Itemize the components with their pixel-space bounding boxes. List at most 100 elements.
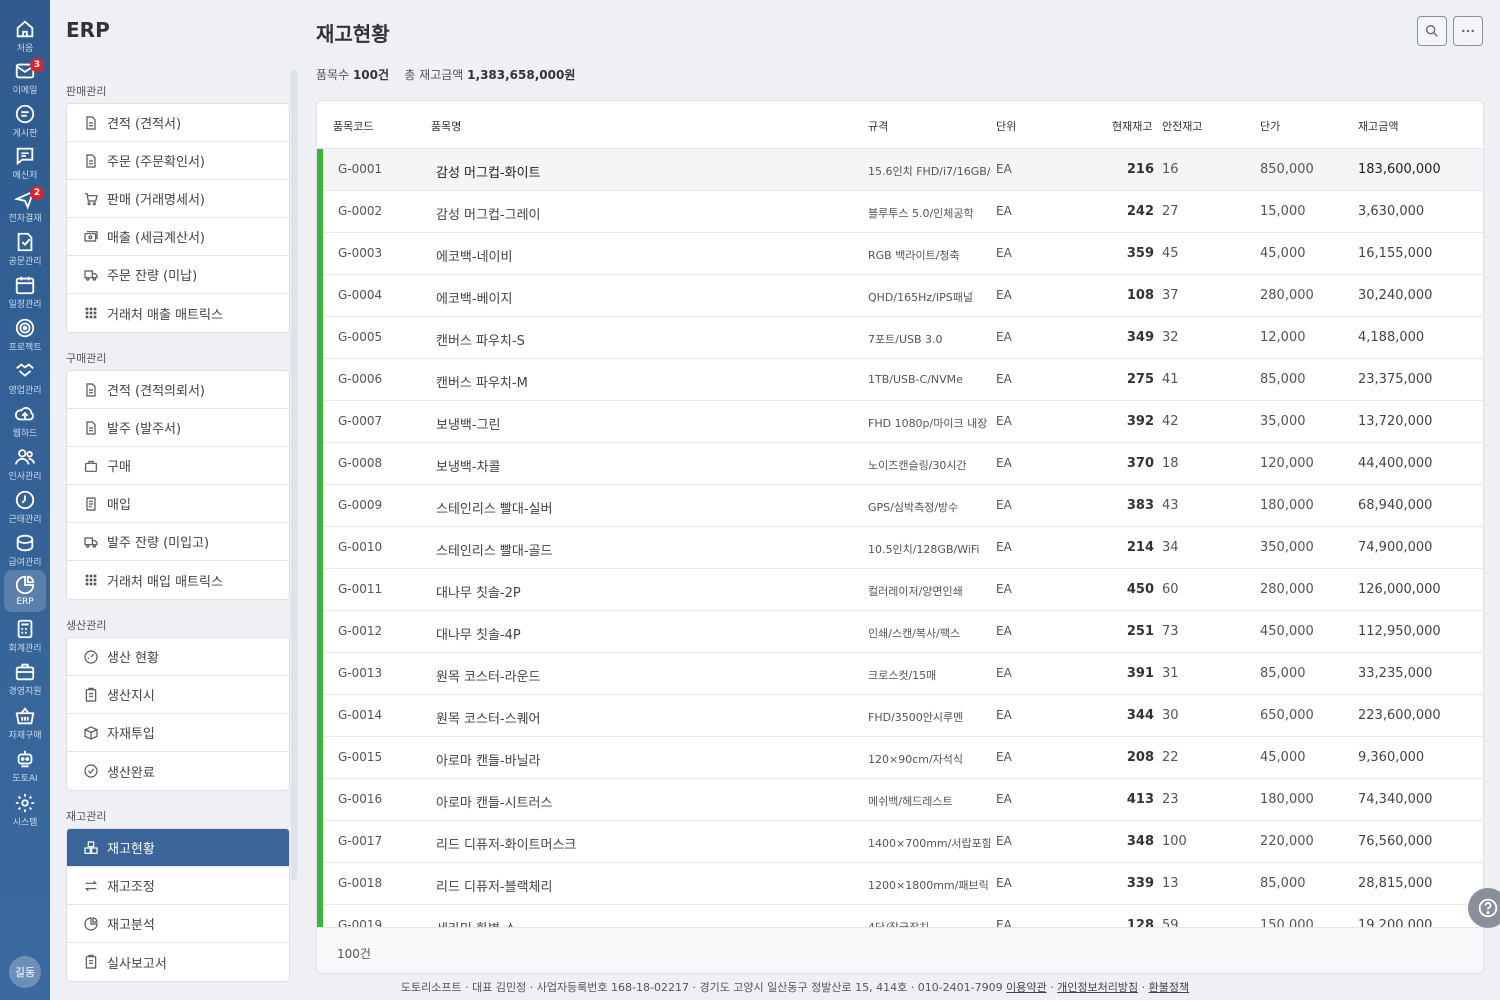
menu-item-material-input[interactable]: 자재투입 <box>67 714 289 752</box>
table-row[interactable]: G-0012 대나무 칫솔-4P 인쇄/스캔/복사/팩스 EA 251 73 450,000… <box>317 611 1483 653</box>
menu-item-sale[interactable]: 판매 (거래명세서) <box>67 180 289 218</box>
menu-item-audit-report[interactable]: 실사보고서 <box>67 943 289 981</box>
cell-unit: EA <box>996 330 1012 344</box>
col-current-stock[interactable]: 현재재고 <box>1112 118 1152 134</box>
table-row[interactable]: G-0003 에코백-네이비 RGB 백라이트/청축 EA 359 45 45,000 16,… <box>317 233 1483 275</box>
menu-item-order-remaining[interactable]: 주문 잔량 (미납) <box>67 256 289 294</box>
table-row[interactable]: G-0015 아로마 캔들-바닐라 120×90cm/자석식 EA 208 22 45,00… <box>317 737 1483 779</box>
boxes-icon <box>84 840 98 854</box>
table-row[interactable]: G-0018 리드 디퓨저-블랙체리 1200×1800mm/패브릭 EA 339 13 8… <box>317 863 1483 905</box>
cell-price: 650,000 <box>1260 708 1314 723</box>
table-row[interactable]: G-0005 캔버스 파우치-S 7포트/USB 3.0 EA 349 32 12,000 4… <box>317 317 1483 359</box>
cell-spec: 15.6인치 FHD/i7/16GB/ <box>868 165 990 178</box>
table-row[interactable]: G-0013 원목 코스터-라운드 크로스컷/15매 EA 391 31 85,000 33,… <box>317 653 1483 695</box>
menu-item-purchase-entry[interactable]: 매입 <box>67 485 289 523</box>
menu-item-inventory-adjust[interactable]: 재고조정 <box>67 867 289 905</box>
table-body: G-0001 감성 머그컵-화이트 15.6인치 FHD/i7/16GB/EA 216… <box>317 149 1483 927</box>
menu-item-production-order[interactable]: 생산지시 <box>67 676 289 714</box>
rail-item-home[interactable]: 처음 <box>4 14 46 56</box>
more-button[interactable] <box>1453 16 1483 46</box>
cell-name: 보냉백-차콜 <box>436 460 501 475</box>
cell-name: 아로마 캔들-시트러스 <box>436 796 553 811</box>
cell-price: 85,000 <box>1260 876 1306 891</box>
cell-name: 에코백-베이지 <box>436 292 513 307</box>
cell-code: G-0002 <box>338 204 383 218</box>
table-row[interactable]: G-0006 캔버스 파우치-M 1TB/USB-C/NVMe EA 275 41 85,0… <box>317 359 1483 401</box>
table-row[interactable]: G-0019 세라믹 화병-소 4단/잠금장치 EA 128 59 150,000 19,20… <box>317 905 1483 927</box>
menu-item-production-status[interactable]: 생산 현황 <box>67 638 289 676</box>
table-row[interactable]: G-0017 리드 디퓨저-화이트머스크 1400×700mm/서랍포함 EA 348 1… <box>317 821 1483 863</box>
rail-item-mail[interactable]: 이메일 3 <box>4 56 46 98</box>
col-unit-price[interactable]: 단가 <box>1260 118 1280 134</box>
cell-cur: 128 <box>1126 918 1154 927</box>
rail-item-system[interactable]: 시스템 <box>4 788 46 830</box>
col-spec[interactable]: 규격 <box>868 118 888 134</box>
table-row[interactable]: G-0011 대나무 칫솔-2P 컬러레이저/양면인쇄 EA 450 60 280,000 1… <box>317 569 1483 611</box>
table-row[interactable]: G-0007 보냉백-그린 FHD 1080p/마이크 내장 EA 392 42 35,00… <box>317 401 1483 443</box>
search-button[interactable] <box>1417 16 1447 46</box>
table-row[interactable]: G-0001 감성 머그컵-화이트 15.6인치 FHD/i7/16GB/EA 216… <box>317 149 1483 191</box>
menu-item-po[interactable]: 발주 (발주서) <box>67 409 289 447</box>
col-unit[interactable]: 단위 <box>996 118 1016 134</box>
table-row[interactable]: G-0002 감성 머그컵-그레이 블루투스 5.0/인체공학 EA 242 27 15,0… <box>317 191 1483 233</box>
rail-item-erp[interactable]: ERP <box>4 570 46 612</box>
target-icon <box>15 318 35 338</box>
menu-item-buy[interactable]: 구매 <box>67 447 289 485</box>
cell-price: 45,000 <box>1260 750 1306 765</box>
menu-item-rfq[interactable]: 견적 (견적의뢰서) <box>67 371 289 409</box>
menu-scrollbar[interactable] <box>291 70 297 880</box>
table-row[interactable]: G-0009 스테인리스 빨대-실버 GPS/심박측정/방수 EA 383 43 180,0… <box>317 485 1483 527</box>
cell-cur: 370 <box>1126 456 1154 471</box>
table-row[interactable]: G-0014 원목 코스터-스퀘어 FHD/3500안시루멘 EA 344 30 650,0… <box>317 695 1483 737</box>
col-safety-stock[interactable]: 안전재고 <box>1162 118 1202 134</box>
rail-item-hr[interactable]: 인사관리 <box>4 442 46 484</box>
rail-item-webhard[interactable]: 웹하드 <box>4 399 46 441</box>
help-button[interactable] <box>1468 888 1500 928</box>
rail-item-accounting[interactable]: 회계관리 <box>4 614 46 656</box>
table-row[interactable]: G-0016 아로마 캔들-시트러스 메쉬백/헤드레스트 EA 413 23 180,000… <box>317 779 1483 821</box>
rail-item-project[interactable]: 프로젝트 <box>4 313 46 355</box>
cell-amount: 30,240,000 <box>1358 288 1433 303</box>
menu-item-order[interactable]: 주문 (주문확인서) <box>67 142 289 180</box>
col-name[interactable]: 품목명 <box>431 118 461 134</box>
menu-item-quote[interactable]: 견적 (견적서) <box>67 104 289 142</box>
menu-item-sales-matrix[interactable]: 거래처 매출 매트릭스 <box>67 294 289 332</box>
menu-group-inventory: 재고현황 재고조정 재고분석 실사보고서 <box>66 828 290 982</box>
terms-link[interactable]: 이용약관 <box>1006 981 1046 994</box>
rail-item-sales[interactable]: 영업관리 <box>4 356 46 398</box>
cell-safe: 32 <box>1162 330 1179 345</box>
col-code[interactable]: 품목코드 <box>333 118 373 134</box>
menu-item-po-remaining[interactable]: 발주 잔량 (미입고) <box>67 523 289 561</box>
briefcase-icon <box>15 663 35 681</box>
refund-link[interactable]: 환불정책 <box>1149 981 1189 994</box>
rail-item-board[interactable]: 게시판 <box>4 99 46 141</box>
privacy-link[interactable]: 개인정보처리방침 <box>1057 981 1138 994</box>
rail-item-management[interactable]: 경영지원 <box>4 657 46 699</box>
rail-item-calendar[interactable]: 일정관리 <box>4 270 46 312</box>
rail-item-payroll[interactable]: 급여관리 <box>4 528 46 570</box>
menu-item-inventory-status[interactable]: 재고현황 <box>67 829 289 867</box>
menu-item-revenue[interactable]: 매출 (세금계산서) <box>67 218 289 256</box>
rail-item-attendance[interactable]: 근태관리 <box>4 485 46 527</box>
row-status-marker <box>317 611 323 653</box>
table-row[interactable]: G-0004 에코백-베이지 QHD/165Hz/IPS패널 EA 108 37 280,0… <box>317 275 1483 317</box>
cell-code: G-0019 <box>338 918 383 927</box>
cell-amount: 68,940,000 <box>1358 498 1433 513</box>
table-row[interactable]: G-0010 스테인리스 빨대-골드 10.5인치/128GB/WiFi EA 214 3… <box>317 527 1483 569</box>
calculator-icon <box>17 619 33 639</box>
row-status-marker <box>317 233 323 275</box>
table-row[interactable]: G-0008 보냉백-차콜 노이즈캔슬링/30시간 EA 370 18 120,000 44,… <box>317 443 1483 485</box>
rail-item-purchase[interactable]: 자재구매 <box>4 701 46 743</box>
cell-spec: 크로스컷/15매 <box>868 669 937 682</box>
menu-item-production-complete[interactable]: 생산완료 <box>67 752 289 790</box>
rail-item-ai[interactable]: 도토AI <box>4 744 46 786</box>
cell-price: 150,000 <box>1260 918 1314 927</box>
rail-item-messenger[interactable]: 메신저 <box>4 141 46 183</box>
col-amount[interactable]: 재고금액 <box>1358 118 1398 134</box>
cell-safe: 60 <box>1162 582 1179 597</box>
menu-item-purchase-matrix[interactable]: 거래처 매입 매트릭스 <box>67 561 289 599</box>
rail-item-document[interactable]: 공문관리 <box>4 227 46 269</box>
menu-item-inventory-analysis[interactable]: 재고분석 <box>67 905 289 943</box>
rail-item-approval[interactable]: 전자결재 2 <box>4 184 46 226</box>
cell-amount: 19,200,000 <box>1358 918 1433 927</box>
